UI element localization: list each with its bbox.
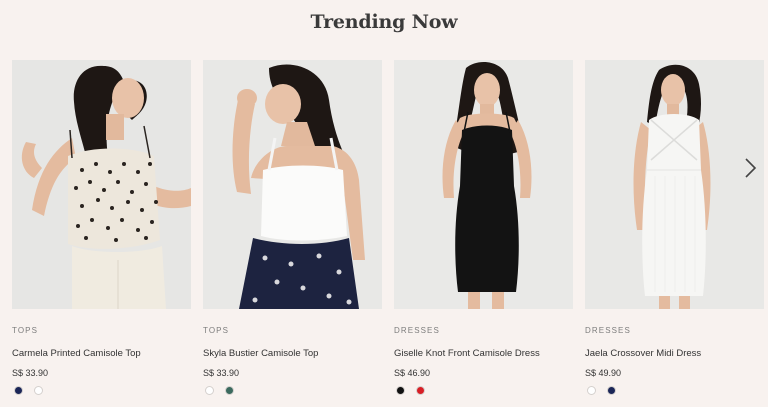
color-swatch-navy[interactable] bbox=[607, 386, 616, 395]
product-price: S$ 33.90 bbox=[12, 368, 49, 378]
product-card[interactable]: TOPS Carmela Printed Camisole Top S$ 33.… bbox=[12, 60, 191, 395]
product-image[interactable] bbox=[394, 60, 573, 309]
product-name[interactable]: Skyla Bustier Camisole Top bbox=[203, 348, 318, 359]
color-swatch-white[interactable] bbox=[205, 386, 214, 395]
product-image[interactable] bbox=[203, 60, 382, 309]
chevron-right-icon bbox=[745, 158, 757, 178]
product-image[interactable] bbox=[12, 60, 191, 309]
product-name[interactable]: Giselle Knot Front Camisole Dress bbox=[394, 348, 540, 359]
color-swatch-white[interactable] bbox=[587, 386, 596, 395]
carousel-next-button[interactable] bbox=[740, 156, 760, 180]
product-card[interactable]: TOPS Skyla Bustier Camisole Top S$ 33.90 bbox=[203, 60, 382, 395]
product-price: S$ 46.90 bbox=[394, 368, 431, 378]
color-swatch-red[interactable] bbox=[416, 386, 425, 395]
color-swatches bbox=[14, 386, 43, 395]
product-card[interactable]: DRESSES Jaela Crossover Midi Dress S$ 49… bbox=[585, 60, 764, 395]
product-category: DRESSES bbox=[585, 326, 631, 335]
color-swatches bbox=[396, 386, 425, 395]
product-category: TOPS bbox=[12, 326, 39, 335]
color-swatch-white[interactable] bbox=[34, 386, 43, 395]
section-title: Trending Now bbox=[310, 11, 458, 33]
product-price: S$ 33.90 bbox=[203, 368, 240, 378]
product-name[interactable]: Carmela Printed Camisole Top bbox=[12, 348, 141, 359]
product-image[interactable] bbox=[585, 60, 764, 309]
color-swatches bbox=[205, 386, 234, 395]
product-category: DRESSES bbox=[394, 326, 440, 335]
product-price: S$ 49.90 bbox=[585, 368, 622, 378]
color-swatches bbox=[587, 386, 616, 395]
product-card[interactable]: DRESSES Giselle Knot Front Camisole Dres… bbox=[394, 60, 573, 395]
color-swatch-black[interactable] bbox=[396, 386, 405, 395]
product-category: TOPS bbox=[203, 326, 230, 335]
product-name[interactable]: Jaela Crossover Midi Dress bbox=[585, 348, 701, 359]
color-swatch-green[interactable] bbox=[225, 386, 234, 395]
color-swatch-navy[interactable] bbox=[14, 386, 23, 395]
